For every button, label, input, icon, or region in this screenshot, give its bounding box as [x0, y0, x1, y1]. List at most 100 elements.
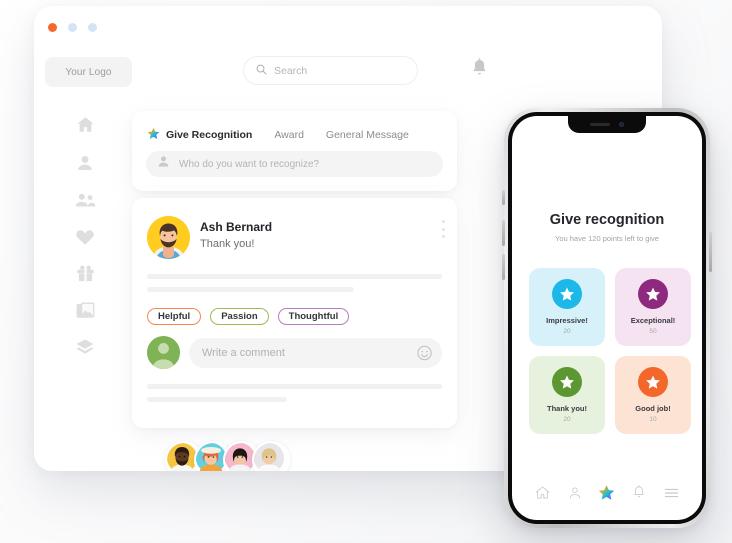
- tab-general-message[interactable]: General Message: [326, 129, 409, 141]
- sidebar-item-favorites[interactable]: [72, 226, 98, 252]
- menu-dot: [441, 220, 445, 223]
- star-icon: [638, 367, 668, 397]
- sidebar-item-gallery[interactable]: [72, 300, 98, 326]
- sidebar-item-team[interactable]: [72, 189, 98, 215]
- post-message: Thank you!: [200, 238, 255, 250]
- menu-dot: [441, 235, 445, 238]
- front-camera-icon: [619, 122, 624, 127]
- recognition-post-card: Ash Bernard Thank you! Helpful Passion T…: [132, 198, 457, 428]
- images-icon: [76, 302, 95, 325]
- post-author-name: Ash Bernard: [200, 220, 273, 234]
- compose-card: Give Recognition Award General Message W…: [132, 111, 457, 191]
- bottom-nav-bar: [512, 484, 702, 506]
- nav-item-profile[interactable]: [564, 484, 586, 506]
- person-icon: [76, 154, 94, 177]
- search-icon: [256, 62, 267, 80]
- tab-give-recognition-label: Give Recognition: [166, 129, 253, 141]
- home-icon: [535, 485, 550, 505]
- layers-icon: [75, 338, 95, 362]
- nav-item-notifications[interactable]: [628, 484, 650, 506]
- star-icon: [552, 367, 582, 397]
- reward-card-thank-you[interactable]: Thank you! 20: [529, 356, 605, 434]
- reward-card-exceptional[interactable]: Exceptional! 50: [615, 268, 691, 346]
- mute-switch[interactable]: [502, 190, 505, 205]
- nav-item-home[interactable]: [531, 484, 553, 506]
- sidebar-item-profile[interactable]: [72, 152, 98, 178]
- heart-icon: [75, 228, 95, 251]
- page-title: Give recognition: [549, 212, 665, 228]
- comment-placeholder: Write a comment: [202, 347, 285, 359]
- people-icon: [75, 192, 96, 213]
- nav-item-recognize[interactable]: [596, 484, 618, 506]
- mobile-device-mockup: Give recognition You have 120 points lef…: [502, 108, 712, 528]
- avatar[interactable]: [252, 441, 290, 471]
- tag-helpful[interactable]: Helpful: [147, 308, 202, 325]
- tab-award[interactable]: Award: [274, 129, 304, 141]
- compose-tabs: Give Recognition Award General Message: [147, 127, 409, 143]
- reward-label: Exceptional!: [630, 316, 676, 325]
- window-controls: [48, 23, 97, 32]
- phone-screen: Give recognition You have 120 points lef…: [512, 116, 702, 520]
- person-icon: [568, 486, 582, 505]
- tag-list: Helpful Passion Thoughtful: [147, 308, 350, 325]
- bell-icon: [471, 58, 488, 82]
- window-maximize-dot[interactable]: [88, 23, 97, 32]
- tag-passion[interactable]: Passion: [210, 308, 269, 325]
- menu-icon: [664, 486, 679, 504]
- avatar: [147, 336, 180, 369]
- phone-bezel: Give recognition You have 120 points lef…: [508, 112, 706, 524]
- recipient-input[interactable]: Who do you want to recognize?: [146, 151, 443, 177]
- reward-card-impressive[interactable]: Impressive! 20: [529, 268, 605, 346]
- speaker-grille-icon: [590, 123, 610, 126]
- star-icon: [552, 279, 582, 309]
- phone-notch: [568, 116, 646, 133]
- smiley-icon[interactable]: [417, 345, 432, 361]
- bell-icon: [632, 485, 646, 505]
- reward-label: Thank you!: [546, 404, 587, 413]
- person-icon: [157, 155, 170, 173]
- sidebar-nav: [34, 104, 134, 471]
- star-icon: [638, 279, 668, 309]
- tag-thoughtful[interactable]: Thoughtful: [277, 308, 350, 325]
- comment-input[interactable]: Write a comment: [189, 338, 442, 368]
- volume-down-button[interactable]: [502, 254, 505, 280]
- tag-label: Passion: [221, 311, 258, 322]
- tab-give-recognition[interactable]: Give Recognition: [147, 127, 252, 143]
- reward-points: 10: [649, 416, 657, 423]
- search-input[interactable]: Search: [243, 56, 418, 85]
- more-vertical-icon[interactable]: [437, 218, 449, 240]
- reward-points: 20: [563, 328, 571, 335]
- nav-item-menu[interactable]: [661, 484, 683, 506]
- content-placeholder-line: [147, 287, 354, 292]
- notifications-button[interactable]: [466, 55, 492, 85]
- sidebar-item-layers[interactable]: [72, 337, 98, 363]
- menu-dot: [441, 227, 445, 231]
- sidebar-item-home[interactable]: [72, 114, 98, 140]
- scene-background: Your Logo Search Give Recognition Award …: [0, 0, 732, 543]
- power-button[interactable]: [709, 232, 712, 272]
- star-icon: [147, 127, 160, 143]
- reward-label: Good job!: [635, 404, 671, 413]
- reward-card-good-job[interactable]: Good job! 10: [615, 356, 691, 434]
- reward-points: 50: [649, 328, 657, 335]
- sidebar-item-rewards[interactable]: [72, 263, 98, 289]
- volume-up-button[interactable]: [502, 220, 505, 246]
- content-placeholder-line: [147, 397, 287, 402]
- window-minimize-dot[interactable]: [68, 23, 77, 32]
- reward-points: 20: [563, 416, 571, 423]
- app-header: Your Logo Search: [34, 44, 662, 104]
- gift-icon: [76, 264, 95, 288]
- recipient-placeholder: Who do you want to recognize?: [179, 158, 320, 170]
- tag-label: Thoughtful: [288, 311, 339, 322]
- logo-placeholder[interactable]: Your Logo: [45, 57, 132, 87]
- content-placeholder-line: [147, 274, 442, 279]
- window-close-dot[interactable]: [48, 23, 57, 32]
- reward-label: Impressive!: [546, 316, 588, 325]
- participants-avatar-stack: [165, 441, 290, 471]
- avatar: [147, 216, 190, 259]
- star-icon: [598, 484, 615, 506]
- content-placeholder-line: [147, 384, 442, 389]
- home-icon: [76, 115, 95, 139]
- logo-label: Your Logo: [65, 66, 112, 78]
- reward-grid: Impressive! 20 Exceptional! 50 Thank you…: [529, 268, 691, 434]
